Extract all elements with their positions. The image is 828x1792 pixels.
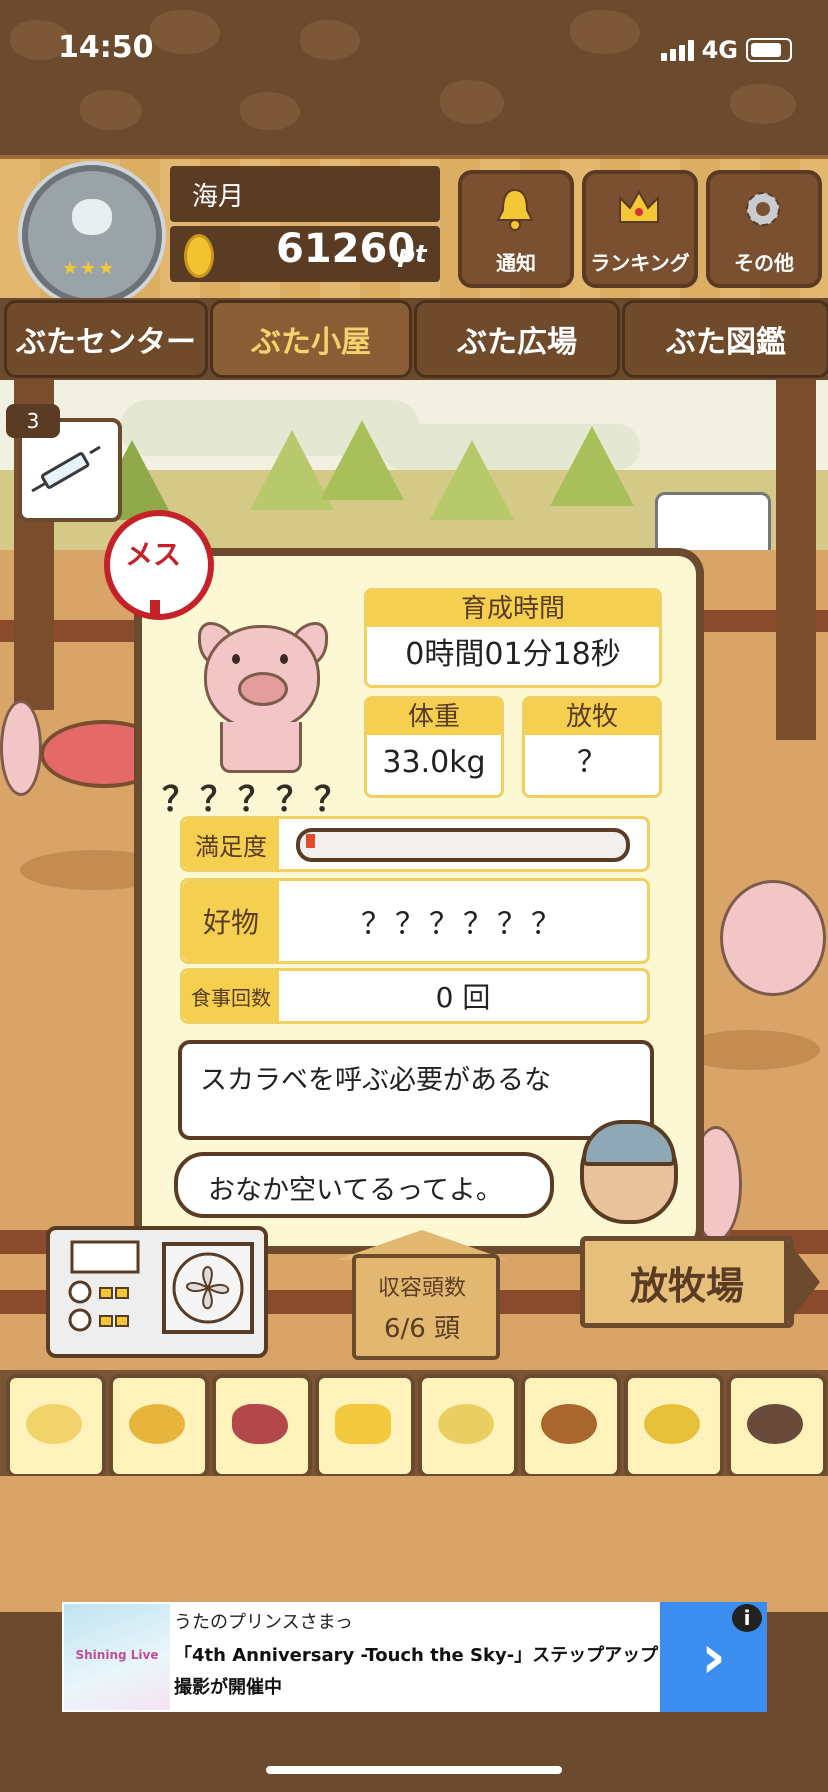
acorn-icon: [541, 1404, 597, 1444]
feed-bowl-icon: [644, 1404, 700, 1444]
ranking-button[interactable]: ランキング: [582, 170, 698, 288]
weight-label: 体重: [367, 699, 501, 735]
top-pattern-band: [0, 0, 828, 160]
pig-snout: [238, 672, 288, 706]
graze-label: 放牧: [525, 699, 659, 735]
female-symbol-stem: [150, 600, 160, 618]
info-icon[interactable]: i: [732, 1604, 762, 1632]
ranking-label: ランキング: [590, 251, 690, 275]
weight-value: 33.0kg: [382, 745, 486, 780]
graze-value: ？: [577, 745, 607, 780]
ad-title[interactable]: うたのプリンスさまっ: [174, 1608, 353, 1634]
notification-button[interactable]: 通知: [458, 170, 574, 288]
ad-image[interactable]: Shining Live: [64, 1604, 170, 1710]
player-name: 海月: [192, 182, 245, 212]
capacity-value: 6/6 頭: [383, 1314, 461, 1344]
other-button[interactable]: その他: [706, 170, 822, 288]
meal-count-value: 0 回: [435, 981, 491, 1014]
food-item-corn[interactable]: [315, 1374, 415, 1478]
sweet-potato-icon: [232, 1404, 288, 1444]
points-value: 61260: [276, 226, 416, 272]
ad-body[interactable]: 「4th Anniversary -Touch the Sky-」ステップアップ…: [174, 1640, 664, 1704]
satisfaction-label: 満足度: [183, 819, 279, 869]
network-type: 4G: [701, 36, 738, 64]
meal-count-row: 食事回数 0 回: [180, 968, 650, 1024]
speech-bubble-1: スカラベを呼ぶ必要があるな: [178, 1040, 654, 1140]
fan-icon: [162, 1242, 254, 1334]
satisfaction-bar-fill: [306, 834, 315, 848]
speech-bubble-2: おなか空いてるってよ。: [174, 1152, 554, 1218]
mixed-grain-icon: [129, 1404, 185, 1444]
graze-box: 放牧 ？: [522, 696, 662, 798]
crown-icon: [619, 189, 659, 223]
favorite-label: 好物: [183, 881, 279, 961]
fence-post: [776, 380, 816, 740]
favorite-row: 好物 ？？？？？？: [180, 878, 650, 964]
favorite-value: ？？？？？？: [361, 907, 565, 942]
fan-control-machine[interactable]: [46, 1226, 268, 1358]
food-item-ginkgo-nut[interactable]: [418, 1374, 518, 1478]
breeding-time-value: 0時間01分18秒: [405, 637, 621, 672]
pig-legs: [220, 722, 302, 773]
food-item-feed-bowl[interactable]: [624, 1374, 724, 1478]
home-indicator[interactable]: [266, 1766, 562, 1774]
corn-icon: [335, 1404, 391, 1444]
notification-label: 通知: [496, 251, 536, 275]
coin-icon: [184, 234, 214, 278]
food-item-truffle[interactable]: [727, 1374, 827, 1478]
tab-buta-center[interactable]: ぶたセンター: [4, 300, 208, 378]
pasture-sign-button[interactable]: 放牧場: [580, 1236, 794, 1328]
speech-text-2: おなか空いてるってよ。: [208, 1175, 503, 1206]
pig-face-icon: [72, 199, 112, 235]
pig-name: ？？？？？: [162, 780, 352, 820]
food-item-soybeans[interactable]: [6, 1374, 106, 1478]
syringe-count: 3: [6, 404, 60, 438]
chevron-right-icon: ›: [701, 1622, 726, 1692]
background-pig: [0, 700, 42, 796]
battery-icon: [746, 38, 792, 62]
gear-icon: [746, 192, 780, 226]
breeding-time-box: 育成時間 0時間01分18秒: [364, 588, 662, 688]
pig-eye: [232, 654, 240, 664]
truffle-icon: [747, 1404, 803, 1444]
bell-icon: [496, 188, 534, 231]
pig-eye: [280, 654, 288, 664]
food-item-sweet-potato[interactable]: [212, 1374, 312, 1478]
points-unit: pt: [398, 240, 427, 268]
player-avatar[interactable]: [22, 165, 162, 305]
status-time: 14:50: [58, 30, 154, 65]
other-label: その他: [734, 251, 794, 275]
soybeans-icon: [26, 1404, 82, 1444]
satisfaction-bar: [296, 828, 630, 862]
food-item-acorn[interactable]: [521, 1374, 621, 1478]
breeding-time-label: 育成時間: [367, 591, 659, 627]
tab-buta-koya[interactable]: ぶた小屋: [210, 300, 412, 378]
status-indicators: 4G: [660, 36, 792, 64]
rank-stars-icon: ★★★: [62, 258, 117, 279]
syringe-icon: [31, 445, 101, 493]
meal-count-label: 食事回数: [183, 971, 279, 1021]
food-item-mixed-grain[interactable]: [109, 1374, 209, 1478]
arrow-right-icon: [784, 1236, 820, 1328]
ginkgo-nut-icon: [438, 1404, 494, 1444]
weight-box: 体重 33.0kg: [364, 696, 504, 798]
gender-label: メス: [124, 538, 181, 571]
tab-buta-hiroba[interactable]: ぶた広場: [414, 300, 620, 378]
background-pig: [720, 880, 826, 996]
signal-icon: [660, 39, 694, 61]
speech-text-1: スカラベを呼ぶ必要があるな: [200, 1065, 551, 1096]
ad-image-text: Shining Live: [75, 1648, 159, 1662]
control-panel-icon: [68, 1240, 140, 1332]
capacity-label: 収容頭数: [377, 1276, 466, 1301]
tab-buta-zukan[interactable]: ぶた図鑑: [622, 300, 828, 378]
